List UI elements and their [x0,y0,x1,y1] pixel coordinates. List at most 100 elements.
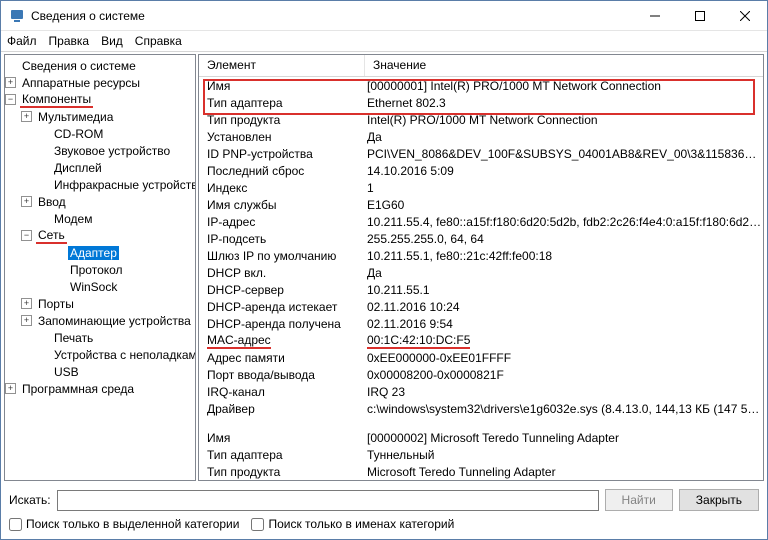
cell-element: Последний сброс [199,164,365,178]
expand-icon[interactable]: + [21,298,32,309]
cell-value: 10.211.55.1, fe80::21c:42ff:fe00:18 [365,249,763,263]
tree-sound[interactable]: Звуковое устройство [52,144,172,158]
table-row[interactable]: Тип продуктаMicrosoft Teredo Tunneling A… [199,463,763,480]
chk-selected-category-box[interactable] [9,518,22,531]
tree-swenv[interactable]: Программная среда [20,382,136,396]
table-row[interactable]: IP-адрес10.211.55.4, fe80::a15f:f180:6d2… [199,213,763,230]
tree-hw[interactable]: Аппаратные ресурсы [20,76,142,90]
table-row[interactable]: DHCP-аренда получена02.11.2016 9:54 [199,315,763,332]
cell-element: Имя службы [199,198,365,212]
chk-selected-category[interactable]: Поиск только в выделенной категории [9,517,239,531]
find-button[interactable]: Найти [605,489,673,511]
window-title: Сведения о системе [31,9,632,23]
chk-names-only[interactable]: Поиск только в именах категорий [251,517,454,531]
cell-element: IRQ-канал [199,385,365,399]
tree-storage[interactable]: Запоминающие устройства [36,314,193,328]
table-row[interactable]: DHCP-аренда истекает02.11.2016 10:24 [199,298,763,315]
close-button[interactable] [722,1,767,30]
cell-element: IP-адрес [199,215,365,229]
tree-problem[interactable]: Устройства с неполадками [52,348,196,362]
tree-print[interactable]: Печать [52,331,95,345]
table-row[interactable]: MAC-адрес00:1C:42:10:DC:F5 [199,332,763,349]
close-action-button[interactable]: Закрыть [679,489,759,511]
table-row[interactable]: ID PNP-устройстваPCI\VEN_8086&DEV_100F&S… [199,145,763,162]
cell-element: IP-подсеть [199,232,365,246]
tree-adapter[interactable]: Адаптер [68,246,119,260]
expand-icon[interactable]: + [5,77,16,88]
table-row[interactable]: DHCP вкл.Да [199,264,763,281]
menu-file[interactable]: Файл [7,34,37,48]
tree-protocol[interactable]: Протокол [68,263,125,277]
cell-value: 02.11.2016 10:24 [365,300,763,314]
find-label: Искать: [9,493,51,507]
cell-value: Microsoft Teredo Tunneling Adapter [365,465,763,479]
table-row[interactable]: Последний сброс14.10.2016 5:09 [199,162,763,179]
cell-value: Да [365,130,763,144]
tree-multimedia[interactable]: Мультимедиа [36,110,115,124]
cell-element: MAC-адрес [199,333,365,349]
tree-display[interactable]: Дисплей [52,161,104,175]
tree-modem[interactable]: Модем [52,212,94,226]
find-input[interactable] [57,490,599,511]
cell-element: Индекс [199,181,365,195]
col-element[interactable]: Элемент [199,55,365,76]
cell-value: IRQ 23 [365,385,763,399]
table-row[interactable]: Тип адаптераТуннельный [199,446,763,463]
cell-element: Тип продукта [199,465,365,479]
table-row[interactable]: Имя[00000001] Intel(R) PRO/1000 MT Netwo… [199,77,763,94]
cell-value: 14.10.2016 5:09 [365,164,763,178]
chk-names-only-box[interactable] [251,518,264,531]
table-row[interactable]: IP-подсеть255.255.255.0, 64, 64 [199,230,763,247]
cell-element: Тип адаптера [199,96,365,110]
tree-cdrom[interactable]: CD-ROM [52,127,105,141]
table-row[interactable]: Шлюз IP по умолчанию10.211.55.1, fe80::2… [199,247,763,264]
cell-element: Адрес памяти [199,351,365,365]
table-row[interactable]: Имя[00000002] Microsoft Teredo Tunneling… [199,429,763,446]
menu-help[interactable]: Справка [135,34,182,48]
tree-usb[interactable]: USB [52,365,81,379]
menu-view[interactable]: Вид [101,34,123,48]
collapse-icon[interactable]: − [21,230,32,241]
table-row[interactable]: УстановленДа [199,128,763,145]
app-icon [9,8,25,24]
table-row[interactable]: Адрес памяти0xEE000000-0xEE01FFFF [199,349,763,366]
cell-element: DHCP вкл. [199,266,365,280]
cell-element: Установлен [199,130,365,144]
collapse-icon[interactable]: − [5,94,16,105]
menu-edit[interactable]: Правка [49,34,90,48]
tree-root[interactable]: Сведения о системе [20,59,138,73]
expand-icon[interactable]: + [21,196,32,207]
expand-icon[interactable]: + [5,383,16,394]
table-row[interactable]: Имя службыE1G60 [199,196,763,213]
tree-components[interactable]: Компоненты [20,92,93,108]
table-row[interactable]: Драйверc:\windows\system32\drivers\e1g60… [199,400,763,417]
maximize-button[interactable] [677,1,722,30]
table-row[interactable]: Индекс1 [199,179,763,196]
cell-value: 0x00008200-0x0000821F [365,368,763,382]
details-grid[interactable]: Элемент Значение Имя[00000001] Intel(R) … [198,54,764,481]
cell-value: [00000002] Microsoft Teredo Tunneling Ad… [365,431,763,445]
cell-element: Порт ввода/вывода [199,368,365,382]
minimize-button[interactable] [632,1,677,30]
expand-icon[interactable]: + [21,111,32,122]
cell-value: 02.11.2016 9:54 [365,317,763,331]
table-row[interactable]: Тип продуктаIntel(R) PRO/1000 MT Network… [199,111,763,128]
table-row[interactable]: DHCP-сервер10.211.55.1 [199,281,763,298]
cell-value: 00:1C:42:10:DC:F5 [365,333,763,349]
tree-network[interactable]: Сеть [36,228,67,244]
cell-value: Ethernet 802.3 [365,96,763,110]
tree-winsock[interactable]: WinSock [68,280,119,294]
table-row[interactable]: Порт ввода/вывода0x00008200-0x0000821F [199,366,763,383]
category-tree[interactable]: Сведения о системе + Аппаратные ресурсы −… [4,54,196,481]
cell-value: 1 [365,181,763,195]
table-row[interactable]: Тип адаптераEthernet 802.3 [199,94,763,111]
cell-value: 0xEE000000-0xEE01FFFF [365,351,763,365]
cell-element: Драйвер [199,402,365,416]
col-value[interactable]: Значение [365,55,763,76]
tree-ports[interactable]: Порты [36,297,76,311]
tree-infrared[interactable]: Инфракрасные устройства [52,178,196,192]
table-row[interactable]: IRQ-каналIRQ 23 [199,383,763,400]
cell-value: 10.211.55.4, fe80::a15f:f180:6d20:5d2b, … [365,215,763,229]
expand-icon[interactable]: + [21,315,32,326]
tree-input[interactable]: Ввод [36,195,68,209]
